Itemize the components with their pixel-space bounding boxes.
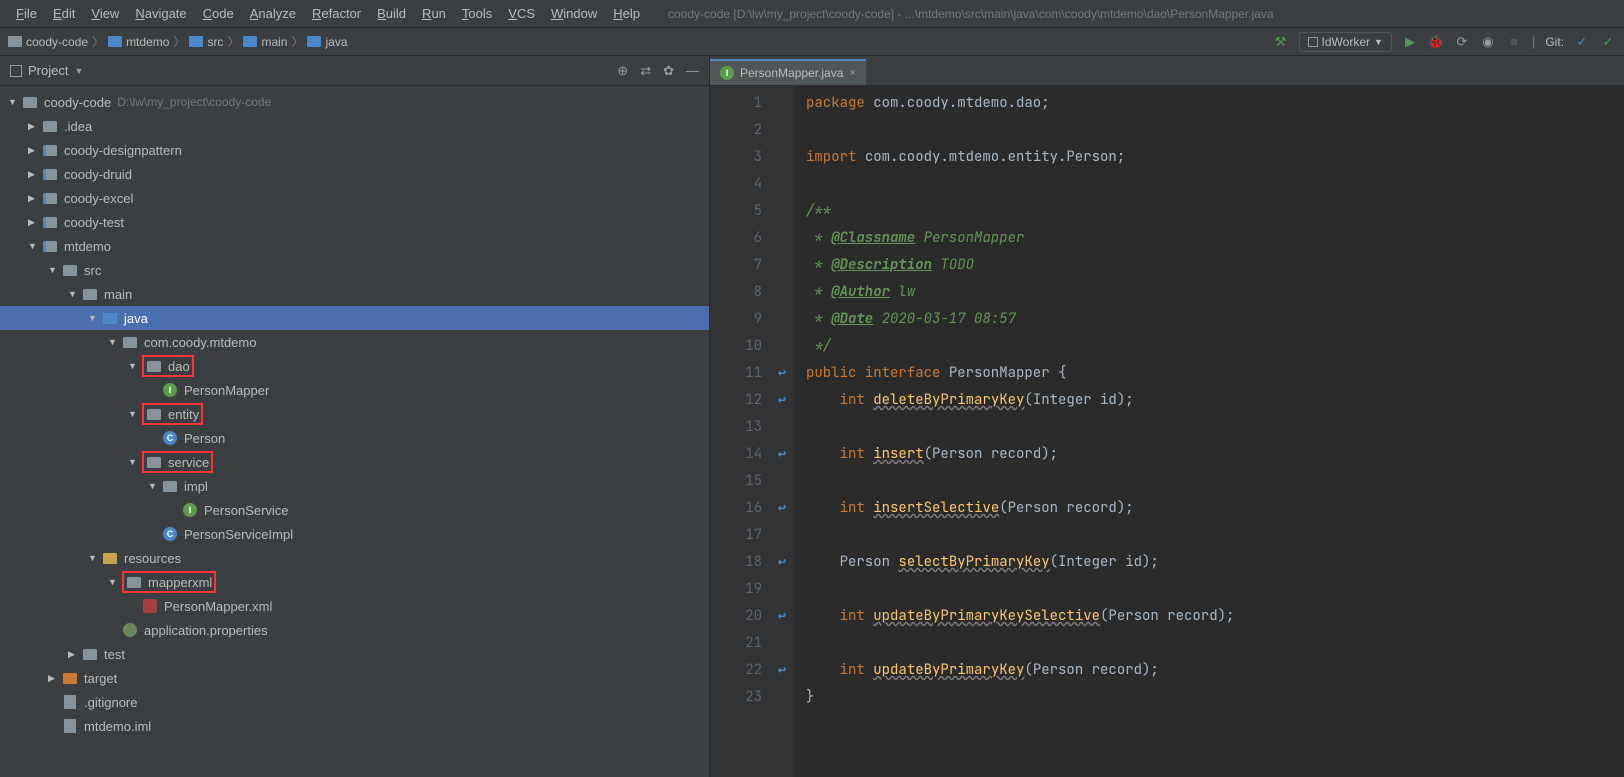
gear-icon[interactable]: ✿ (663, 63, 674, 79)
tree-item-main[interactable]: main (0, 282, 709, 306)
menubar: FileEditViewNavigateCodeAnalyzeRefactorB… (0, 0, 1624, 28)
tree-item-PersonMapper[interactable]: IPersonMapper (0, 378, 709, 402)
hide-icon[interactable]: — (686, 63, 699, 79)
breadcrumb-item[interactable]: src (189, 35, 223, 49)
tree-item-coody-druid[interactable]: coody-druid (0, 162, 709, 186)
editor-tab-label: PersonMapper.java (740, 66, 843, 80)
breadcrumb-item[interactable]: java (307, 35, 347, 49)
tree-item-PersonServiceImpl[interactable]: CPersonServiceImpl (0, 522, 709, 546)
editor-pane: I PersonMapper.java × 123456789101112131… (710, 56, 1624, 777)
tree-item-java[interactable]: java (0, 306, 709, 330)
code-area[interactable]: package com.coody.mtdemo.dao;import com.… (794, 86, 1624, 777)
main-area: Project ▼ ⊕ ⇄ ✿ — coody-codeD:\lw\my_pro… (0, 56, 1624, 777)
window-title: coody-code [D:\lw\my_project\coody-code]… (668, 7, 1274, 21)
git-update-icon[interactable]: ✓ (1574, 34, 1590, 50)
git-commit-icon[interactable]: ✓ (1600, 34, 1616, 50)
project-label[interactable]: Project (28, 63, 68, 78)
git-label: Git: (1545, 35, 1564, 49)
menu-navigate[interactable]: Navigate (127, 2, 194, 25)
coverage-icon[interactable]: ⟳ (1454, 34, 1470, 50)
gutter-nav-icon[interactable]: ↩ (778, 387, 786, 414)
collapse-icon[interactable]: ⇄ (640, 63, 651, 79)
menu-tools[interactable]: Tools (454, 2, 500, 25)
menu-edit[interactable]: Edit (45, 2, 83, 25)
stop-icon[interactable]: ■ (1506, 34, 1522, 50)
navbar: coody-code〉mtdemo〉src〉main〉java ⚒ IdWork… (0, 28, 1624, 56)
profile-icon[interactable]: ◉ (1480, 34, 1496, 50)
gutter-nav-icon[interactable]: ↩ (778, 657, 786, 684)
close-icon[interactable]: × (849, 67, 855, 79)
project-sidebar: Project ▼ ⊕ ⇄ ✿ — coody-codeD:\lw\my_pro… (0, 56, 710, 777)
tree-item-impl[interactable]: impl (0, 474, 709, 498)
tree-item-mtdemo[interactable]: mtdemo (0, 234, 709, 258)
tree-item-PersonMapper-xml[interactable]: PersonMapper.xml (0, 594, 709, 618)
editor-tabs: I PersonMapper.java × (710, 56, 1624, 86)
interface-icon: I (720, 66, 734, 80)
tree-item-Person[interactable]: CPerson (0, 426, 709, 450)
tree-item-coody-excel[interactable]: coody-excel (0, 186, 709, 210)
tree-item-entity[interactable]: entity (0, 402, 709, 426)
breadcrumb: coody-code〉mtdemo〉src〉main〉java (8, 33, 348, 50)
breadcrumb-item[interactable]: coody-code (8, 35, 88, 49)
tree-item-test[interactable]: test (0, 642, 709, 666)
gutter-nav-icon[interactable]: ↩ (778, 495, 786, 522)
icon-gutter: ↩↩↩↩↩↩↩ (770, 86, 794, 777)
gutter-nav-icon[interactable]: ↩ (778, 360, 786, 387)
editor-body[interactable]: 1234567891011121314151617181920212223 ↩↩… (710, 86, 1624, 777)
tree-item-service[interactable]: service (0, 450, 709, 474)
tree-item-src[interactable]: src (0, 258, 709, 282)
tree-item-application-properties[interactable]: application.properties (0, 618, 709, 642)
tree-item--gitignore[interactable]: .gitignore (0, 690, 709, 714)
target-icon[interactable]: ⊕ (617, 63, 628, 79)
menu-file[interactable]: File (8, 2, 45, 25)
run-config-label: IdWorker (1322, 35, 1370, 49)
menu-refactor[interactable]: Refactor (304, 2, 369, 25)
hammer-icon[interactable]: ⚒ (1273, 34, 1289, 50)
sidebar-header: Project ▼ ⊕ ⇄ ✿ — (0, 56, 709, 86)
breadcrumb-item[interactable]: main (243, 35, 287, 49)
tree-item-coody-code[interactable]: coody-codeD:\lw\my_project\coody-code (0, 90, 709, 114)
dropdown-icon[interactable]: ▼ (74, 66, 83, 76)
gutter-nav-icon[interactable]: ↩ (778, 549, 786, 576)
line-gutter: 1234567891011121314151617181920212223 (710, 86, 770, 777)
run-config-selector[interactable]: IdWorker ▼ (1299, 32, 1392, 52)
debug-icon[interactable]: 🐞 (1428, 34, 1444, 50)
menu-analyze[interactable]: Analyze (242, 2, 304, 25)
tree-item-mtdemo-iml[interactable]: mtdemo.iml (0, 714, 709, 738)
editor-tab-active[interactable]: I PersonMapper.java × (710, 59, 866, 85)
tree-item--idea[interactable]: .idea (0, 114, 709, 138)
project-icon (10, 65, 22, 77)
toolbar-right: ⚒ IdWorker ▼ ▶ 🐞 ⟳ ◉ ■ | Git: ✓ ✓ (1273, 32, 1616, 52)
run-icon[interactable]: ▶ (1402, 34, 1418, 50)
tree-item-PersonService[interactable]: IPersonService (0, 498, 709, 522)
tree-item-coody-test[interactable]: coody-test (0, 210, 709, 234)
menu-vcs[interactable]: VCS (500, 2, 543, 25)
menu-run[interactable]: Run (414, 2, 454, 25)
menu-help[interactable]: Help (605, 2, 648, 25)
menu-build[interactable]: Build (369, 2, 414, 25)
menu-view[interactable]: View (83, 2, 127, 25)
gutter-nav-icon[interactable]: ↩ (778, 441, 786, 468)
menu-code[interactable]: Code (195, 2, 242, 25)
tree-item-target[interactable]: target (0, 666, 709, 690)
gutter-nav-icon[interactable]: ↩ (778, 603, 786, 630)
menu-window[interactable]: Window (543, 2, 605, 25)
tree-item-com-coody-mtdemo[interactable]: com.coody.mtdemo (0, 330, 709, 354)
tree-item-coody-designpattern[interactable]: coody-designpattern (0, 138, 709, 162)
tree-item-dao[interactable]: dao (0, 354, 709, 378)
project-tree[interactable]: coody-codeD:\lw\my_project\coody-code.id… (0, 86, 709, 777)
tree-item-mapperxml[interactable]: mapperxml (0, 570, 709, 594)
breadcrumb-item[interactable]: mtdemo (108, 35, 169, 49)
tree-item-resources[interactable]: resources (0, 546, 709, 570)
